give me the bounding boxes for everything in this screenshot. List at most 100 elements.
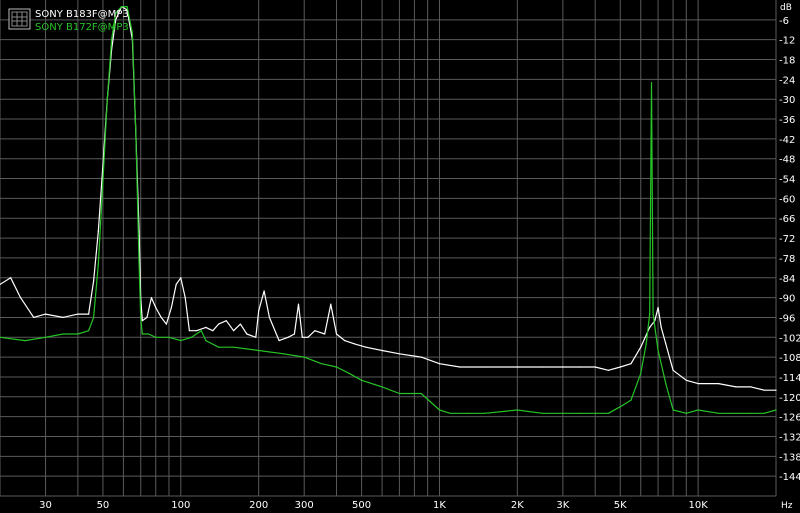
series-1-point (459, 366, 461, 368)
series-1-point (225, 320, 227, 322)
y-tick-label: -90 (779, 294, 795, 305)
y-tick-label: -54 (779, 175, 795, 186)
y-tick-label: -66 (779, 214, 795, 225)
series-1-point (175, 283, 177, 285)
y-tick-label: -42 (779, 135, 795, 146)
series-2-point (218, 346, 220, 348)
series-2-point (190, 336, 193, 338)
x-axis-unit: Hz (781, 501, 793, 511)
series-1-point (170, 306, 172, 309)
series-2-point (484, 412, 486, 414)
series-2-point (258, 349, 260, 352)
series-1-point (324, 333, 326, 335)
series-1-point (657, 306, 659, 309)
legend-entry-series-1: SONY B183F@MP3 (35, 9, 129, 20)
series-2-point (562, 412, 564, 414)
y-tick-label: -120 (779, 393, 800, 404)
series-2-point (438, 409, 441, 411)
series-1-point (630, 363, 632, 365)
y-tick-label: -78 (779, 254, 795, 265)
y-tick-label: -48 (779, 155, 795, 166)
series-2-point (763, 412, 765, 414)
y-tick-label: -24 (779, 75, 795, 86)
series-1-point (195, 330, 198, 332)
series-1-point (619, 366, 621, 368)
series-1-point (141, 320, 143, 322)
series-1-point (307, 336, 309, 338)
series-1-point (541, 366, 544, 368)
y-tick-label: -18 (779, 56, 795, 67)
x-tick-label: 3K (556, 500, 569, 511)
y-axis-unit: dB (780, 3, 792, 13)
y-tick-label: -72 (779, 234, 795, 245)
series-2-point (62, 333, 64, 335)
series-2-point (594, 412, 596, 414)
series-2-point (120, 6, 123, 8)
series-2-point (619, 406, 621, 408)
series-1-point (354, 343, 356, 345)
x-tick-label: 10K (688, 500, 708, 511)
series-2-point (685, 412, 687, 414)
series-2-point (335, 366, 338, 368)
series-1-point (775, 389, 777, 391)
x-tick-label: 100 (171, 500, 190, 511)
series-2-point (131, 32, 133, 34)
series-2-point (155, 336, 157, 338)
series-2-point (697, 409, 699, 411)
series-2-point (735, 412, 737, 414)
x-tick-label: 1K (433, 500, 446, 511)
series-1-point (180, 277, 182, 279)
series-2-point (233, 346, 235, 348)
x-tick-label: 5K (614, 500, 627, 511)
legend-entry-series-2: SONY B172F@MP3 (35, 22, 129, 33)
series-1-point (160, 316, 162, 318)
series-2-point (141, 333, 143, 335)
series-1-point (562, 366, 564, 368)
series-2-point (468, 412, 470, 414)
series-1-point (258, 310, 260, 312)
series-1-point (381, 349, 383, 352)
series-2-point (775, 409, 777, 411)
series-2-point (579, 412, 581, 414)
series-1-point (735, 386, 737, 388)
series-1-point (205, 326, 207, 328)
x-tick-label: 50 (97, 500, 110, 511)
series-2-point (283, 353, 285, 355)
series-1-point (287, 336, 289, 338)
series-1-point (763, 389, 765, 391)
series-1-point (330, 303, 332, 305)
series-1-point (685, 379, 687, 381)
series-1-point (268, 316, 270, 318)
series-1-point (88, 313, 90, 315)
y-tick-label: -132 (779, 432, 800, 443)
series-1-point (516, 366, 518, 368)
series-2-point (649, 313, 651, 315)
series-1-point (438, 363, 441, 365)
series-1-point (255, 336, 257, 338)
series-1-point (640, 346, 642, 348)
y-tick-label: -30 (779, 95, 795, 106)
series-2-point (645, 343, 647, 345)
series-1-point (263, 290, 265, 292)
series-2-point (665, 383, 667, 385)
series-1-point (155, 306, 157, 309)
series-2-point (24, 340, 26, 342)
series-2-point (44, 336, 47, 338)
series-1-point (212, 330, 214, 332)
series-1-point (697, 383, 699, 385)
series-1-point (398, 353, 400, 355)
series-1-point (718, 383, 720, 385)
series-2-point (88, 330, 90, 332)
series-2-point (750, 412, 752, 414)
series-2-point (138, 263, 140, 266)
series-1-point (33, 316, 35, 318)
series-2-point (650, 82, 653, 84)
series-1-point (184, 297, 186, 299)
series-2-point (106, 98, 108, 100)
series-1-point (484, 366, 486, 368)
series-2-point (77, 333, 79, 335)
series-1-point (297, 303, 300, 305)
y-tick-label: -6 (779, 16, 789, 27)
series-2-point (420, 392, 422, 395)
series-2-point (398, 392, 400, 395)
